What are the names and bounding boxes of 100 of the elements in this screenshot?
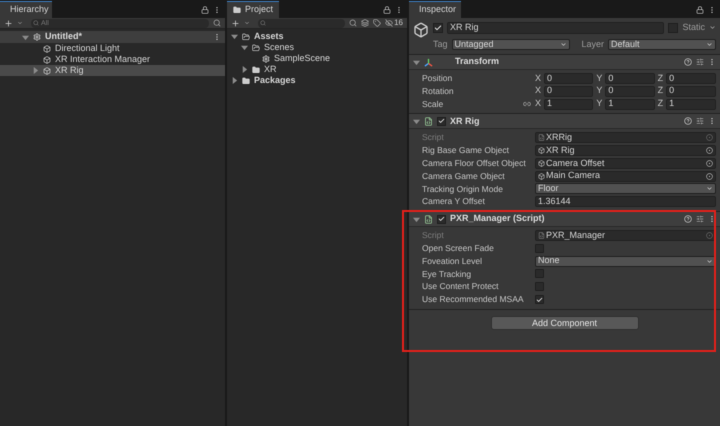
number-field[interactable]: 1	[605, 98, 655, 110]
component-header[interactable]: Transform	[409, 55, 720, 70]
hidden-count: 16	[394, 17, 403, 29]
preset-icon[interactable]	[696, 215, 704, 224]
search-field[interactable]	[258, 18, 346, 28]
dropdown[interactable]: Untagged	[452, 38, 570, 50]
component-header[interactable]: PXR_Manager (Script)	[409, 212, 720, 228]
lock-icon[interactable]	[201, 6, 209, 14]
help-icon[interactable]	[684, 117, 692, 126]
checkbox[interactable]	[433, 22, 443, 33]
number-field[interactable]: 1.36144	[535, 196, 716, 208]
expand-icon[interactable]	[241, 44, 248, 51]
checkbox[interactable]	[535, 269, 544, 278]
object-field[interactable]: Camera Offset	[535, 158, 716, 169]
preset-icon[interactable]	[696, 117, 704, 126]
property-label: Use Recommended MSAA	[422, 293, 524, 306]
checkbox[interactable]	[535, 244, 544, 253]
expand-icon[interactable]	[22, 34, 29, 40]
panel-tab[interactable]: Hierarchy	[0, 1, 52, 18]
axis-label: X	[535, 97, 542, 110]
hidden-eye-icon[interactable]	[385, 19, 394, 27]
number-field[interactable]: 1	[666, 98, 716, 110]
expand-icon[interactable]	[231, 33, 238, 40]
panel-tab[interactable]: Inspector	[409, 1, 461, 18]
axis-label: Y	[596, 72, 602, 85]
checkbox[interactable]	[535, 282, 544, 292]
caret-icon	[706, 40, 713, 48]
number-field[interactable]: 0	[544, 86, 594, 97]
cube-icon	[43, 66, 51, 74]
lock-icon[interactable]	[383, 6, 391, 14]
add-icon[interactable]	[4, 18, 13, 28]
expand-icon[interactable]	[413, 118, 420, 125]
property-label: Tracking Origin Mode	[422, 182, 503, 196]
object-field[interactable]: Main Camera	[535, 170, 716, 182]
expand-icon[interactable]	[413, 216, 420, 223]
property-label: Rig Base Game Object	[422, 144, 509, 157]
project-item[interactable]: SampleScene	[227, 53, 407, 64]
search-options-icon[interactable]	[349, 19, 358, 27]
help-icon[interactable]	[684, 58, 692, 66]
scene-name: Untitled*	[45, 30, 83, 44]
script-icon	[538, 134, 545, 142]
label-icon[interactable]	[373, 19, 382, 27]
component-title: XR Rig	[450, 114, 481, 128]
hierarchy-item[interactable]: Directional Light	[0, 43, 225, 54]
axis-label: Z	[658, 84, 664, 98]
component-title: PXR_Manager (Script)	[450, 212, 546, 226]
project-item[interactable]: Scenes	[227, 42, 407, 53]
property-label: Open Screen Fade	[422, 242, 494, 255]
script-icon	[538, 232, 545, 240]
object-field[interactable]: XR Rig	[535, 145, 716, 156]
name-field[interactable]: XR Rig	[447, 22, 664, 34]
lock-icon[interactable]	[696, 6, 704, 14]
checkbox[interactable]	[668, 22, 678, 33]
dropdown[interactable]: None	[535, 256, 716, 267]
project-item[interactable]: Packages	[227, 75, 407, 86]
hierarchy-item[interactable]: XR Interaction Manager	[0, 54, 225, 65]
number-field[interactable]: 0	[544, 72, 594, 84]
dropdown[interactable]: Floor	[535, 183, 716, 194]
axis-label: X	[535, 72, 542, 85]
expand-icon[interactable]	[231, 77, 238, 84]
script-field[interactable]: PXR_Manager	[535, 230, 716, 242]
dropdown[interactable]: Default	[608, 38, 716, 50]
link-icon[interactable]	[523, 100, 531, 108]
caret-icon[interactable]	[17, 20, 23, 26]
property-label: Rotation	[422, 84, 454, 98]
hierarchy-item[interactable]: XR Rig	[0, 65, 225, 76]
axis-label: Z	[658, 72, 664, 85]
expand-icon[interactable]	[413, 58, 420, 66]
expand-icon[interactable]	[241, 66, 248, 73]
preset-icon[interactable]	[696, 58, 704, 66]
expand-icon[interactable]	[32, 67, 39, 74]
caret-icon	[706, 258, 713, 265]
property-label: Camera Floor Offset Object	[422, 157, 526, 170]
layer-label: Layer	[582, 38, 604, 51]
folder-icon	[242, 76, 250, 84]
axis-label: X	[535, 84, 542, 98]
component-header[interactable]: XR Rig	[409, 114, 720, 130]
add-icon[interactable]	[231, 18, 240, 28]
search-icon	[260, 20, 266, 26]
number-field[interactable]: 0	[666, 72, 716, 84]
caret-icon[interactable]	[709, 24, 716, 32]
project-item[interactable]: XR	[227, 64, 407, 75]
number-field[interactable]: 0	[605, 72, 655, 84]
search-options-icon[interactable]	[213, 19, 221, 27]
number-field[interactable]: 0	[605, 86, 655, 97]
checkbox[interactable]	[437, 214, 446, 224]
folder-icon	[252, 66, 260, 74]
cube-icon	[538, 147, 545, 154]
script-field[interactable]: XRRig	[535, 132, 716, 144]
checkbox[interactable]	[437, 116, 446, 126]
number-field[interactable]: 0	[666, 86, 716, 97]
number-field[interactable]: 1	[544, 98, 594, 110]
tag-label: Tag	[433, 38, 448, 51]
panel-tab[interactable]: Project	[227, 1, 279, 18]
checkbox[interactable]	[535, 295, 544, 304]
project-item[interactable]: Assets	[227, 31, 407, 42]
scene-row[interactable]: Untitled*	[0, 31, 225, 43]
caret-icon[interactable]	[244, 20, 250, 26]
add-component-button[interactable]: Add Component	[490, 316, 638, 330]
help-icon[interactable]	[684, 215, 692, 224]
